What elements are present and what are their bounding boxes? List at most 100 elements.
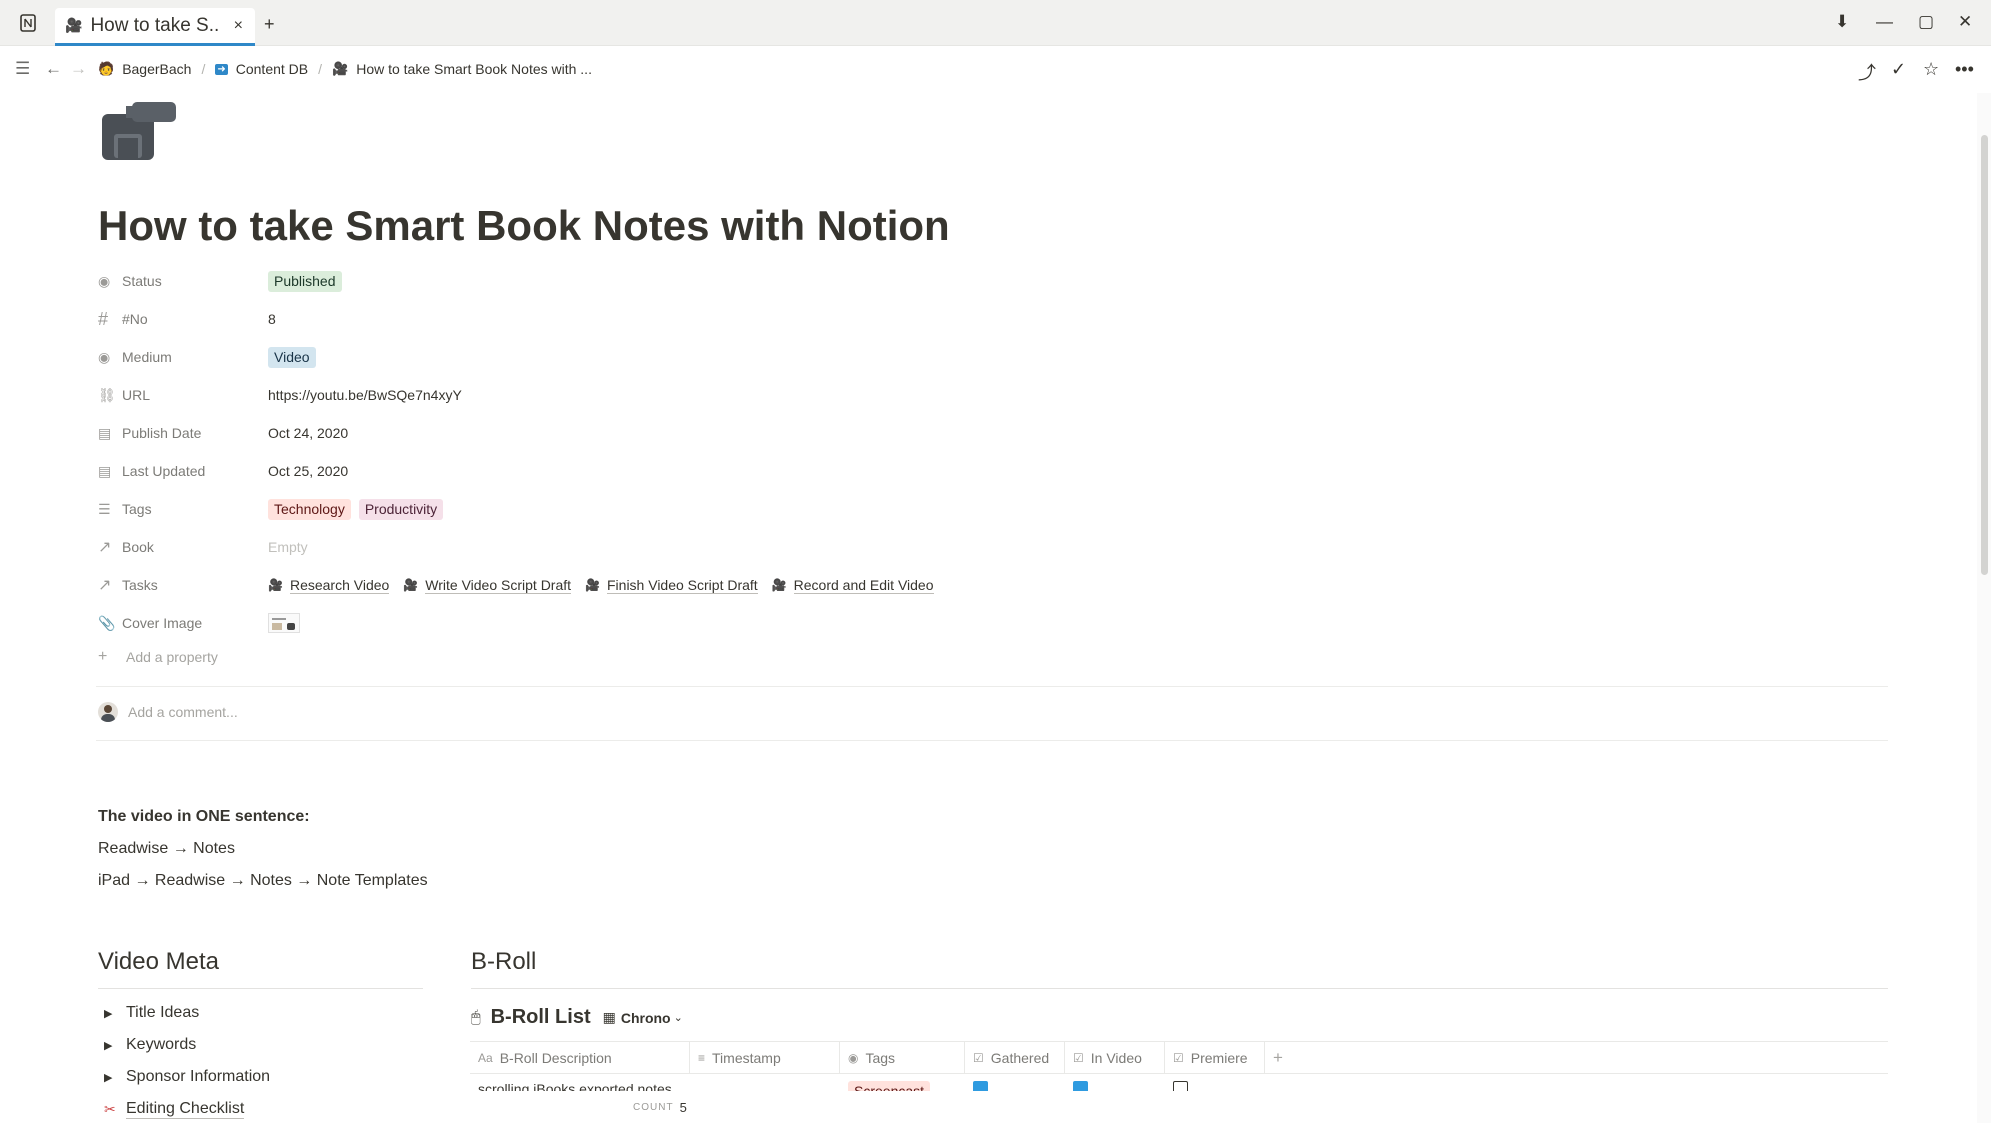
url-value[interactable]: https://youtu.be/BwSQe7n4xyY [268,387,462,403]
task-link[interactable]: 🎥 Finish Video Script Draft [585,577,758,594]
column-header-timestamp[interactable]: ≡ Timestamp [690,1042,840,1074]
property-medium[interactable]: ◉ Medium Video [98,342,1098,372]
heading-rule [471,988,1888,989]
premiere-cell[interactable] [1165,1075,1265,1091]
video-camera-icon: 🎥 [403,578,419,592]
more-options-icon[interactable]: ••• [1955,59,1974,80]
video-camera-icon: 🎥 [65,17,83,33]
share-icon[interactable]: ⤴ [1858,59,1876,85]
task-link[interactable]: 🎥 Research Video [268,577,390,594]
medium-badge[interactable]: Video [268,346,316,368]
toggle-triangle-icon[interactable]: ▶ [98,1071,126,1084]
checkbox-property-icon: ☑ [1073,1051,1084,1065]
download-icon[interactable]: ⬇ [1835,12,1849,32]
property-no[interactable]: # #No 8 [98,304,1098,334]
tag-badge[interactable]: Screencast [848,1081,931,1091]
cover-image-thumbnail[interactable] [268,613,300,633]
gathered-checkbox[interactable] [973,1081,988,1091]
checkmark-icon[interactable]: ✓ [1891,59,1906,80]
date-value[interactable]: Oct 25, 2020 [268,463,348,479]
column-header-gathered[interactable]: ☑ Gathered [965,1042,1065,1074]
editing-checklist-link-overlay[interactable]: ✂ Editing Checklist [98,1100,245,1119]
property-name: Tags [122,501,152,517]
favorite-star-icon[interactable]: ☆ [1923,59,1939,80]
task-link[interactable]: 🎥 Record and Edit Video [772,577,934,594]
in-video-cell[interactable] [1065,1075,1165,1091]
empty-value[interactable]: Empty [268,539,308,555]
timestamp-cell[interactable] [690,1075,840,1091]
toggle-triangle-icon[interactable]: ▶ [98,1039,126,1052]
tag-badge[interactable]: Technology [268,498,351,520]
property-tags[interactable]: ☰ Tags Technology Productivity [98,494,1098,524]
maximize-icon[interactable]: ▢ [1918,12,1934,32]
task-link[interactable]: 🎥 Write Video Script Draft [403,577,572,594]
checkbox-property-icon: ☑ [973,1051,984,1065]
view-selector[interactable]: Chrono [621,1010,671,1026]
tag-badge[interactable]: Productivity [358,498,444,520]
count-value: 5 [679,1100,687,1115]
breadcrumb-item-content-db[interactable]: Content DB [236,61,308,77]
link-icon: ⛓ [98,386,116,403]
toggle-triangle-icon[interactable]: ▶ [98,1007,126,1020]
text-lines-icon: ≡ [698,1051,706,1065]
property-tasks[interactable]: ↗ Tasks 🎥 Research Video 🎥 Write Video Scr… [98,570,1098,600]
arrow-box-icon: ➜ [215,63,228,75]
column-header-in-video[interactable]: ☑ In Video [1065,1042,1165,1074]
gathered-cell[interactable] [965,1075,1065,1091]
new-tab-button[interactable]: + [264,14,275,35]
column-header-tags[interactable]: ◉ Tags [840,1042,965,1074]
sidebar-menu-icon[interactable]: ☰ [15,59,30,79]
date-value[interactable]: Oct 24, 2020 [268,425,348,441]
property-name: Medium [122,349,172,365]
browser-tab[interactable]: 🎥 How to take S... × [55,8,255,46]
property-cover-image[interactable]: 📎 Cover Image [98,608,1098,638]
breadcrumb-item-current-page[interactable]: How to take Smart Book Notes with ... [356,61,592,77]
notion-app-icon[interactable] [18,13,38,33]
property-last-updated[interactable]: ▤ Last Updated Oct 25, 2020 [98,456,1098,486]
property-name: #No [122,311,148,327]
number-value[interactable]: 8 [268,311,276,327]
property-url[interactable]: ⛓ URL https://youtu.be/BwSQe7n4xyY [98,380,1098,410]
video-camera-icon[interactable] [98,98,180,168]
property-publish-date[interactable]: ▤ Publish Date Oct 24, 2020 [98,418,1098,448]
minimize-icon[interactable]: — [1876,12,1893,32]
premiere-checkbox[interactable] [1173,1081,1188,1091]
toggle-title-ideas[interactable]: ▶ Title Ideas [98,1004,199,1022]
description-cell[interactable]: scrolling iBooks exported notes [470,1075,690,1091]
toggle-label: Title Ideas [126,1004,200,1021]
divider [96,686,1888,687]
chevron-down-icon[interactable]: ⌄ [674,1011,683,1024]
property-status[interactable]: ◉ Status Published [98,266,1098,296]
property-name: URL [122,387,151,403]
forward-arrow-icon[interactable]: → [70,59,87,79]
column-header-premiere[interactable]: ☑ Premiere [1165,1042,1265,1074]
comment-input[interactable]: Add a comment... [98,702,238,722]
text-property-icon: Aa [478,1051,493,1065]
property-book[interactable]: ↗ Book Empty [98,532,1098,562]
count-label: COUNT [633,1102,674,1113]
in-video-checkbox[interactable] [1073,1081,1088,1091]
video-camera-icon: 🎥 [268,578,283,592]
add-column-button[interactable]: + [1265,1042,1305,1074]
close-tab-icon[interactable]: × [234,17,243,35]
column-label: B-Roll Description [499,1050,612,1066]
column-header-description[interactable]: Aa B-Roll Description [470,1042,690,1074]
status-badge[interactable]: Published [268,270,342,292]
property-name: Publish Date [122,425,202,441]
column-label: In Video [1090,1050,1142,1066]
add-property-button[interactable]: + Add a property [98,648,218,666]
tab-title: How to take S... [90,14,221,36]
back-arrow-icon[interactable]: ← [45,59,62,79]
list-icon: ☰ [98,500,111,517]
status-icon: ◉ [98,272,111,289]
window-close-icon[interactable]: ✕ [1958,12,1972,32]
page-title[interactable]: How to take Smart Book Notes with Notion [98,202,950,250]
toggle-keywords[interactable]: ▶ Keywords [98,1036,196,1054]
scrollbar-thumb[interactable] [1981,135,1988,575]
breadcrumb-item-bagerbach[interactable]: BagerBach [122,61,191,77]
toggle-sponsor-information[interactable]: ▶ Sponsor Information [98,1068,270,1086]
database-title[interactable]: B-Roll List [491,1006,591,1029]
table-row[interactable]: scrolling iBooks exported notes Screenca… [470,1075,1888,1091]
tags-cell[interactable]: Screencast [840,1075,965,1091]
property-name: Tasks [122,577,158,593]
